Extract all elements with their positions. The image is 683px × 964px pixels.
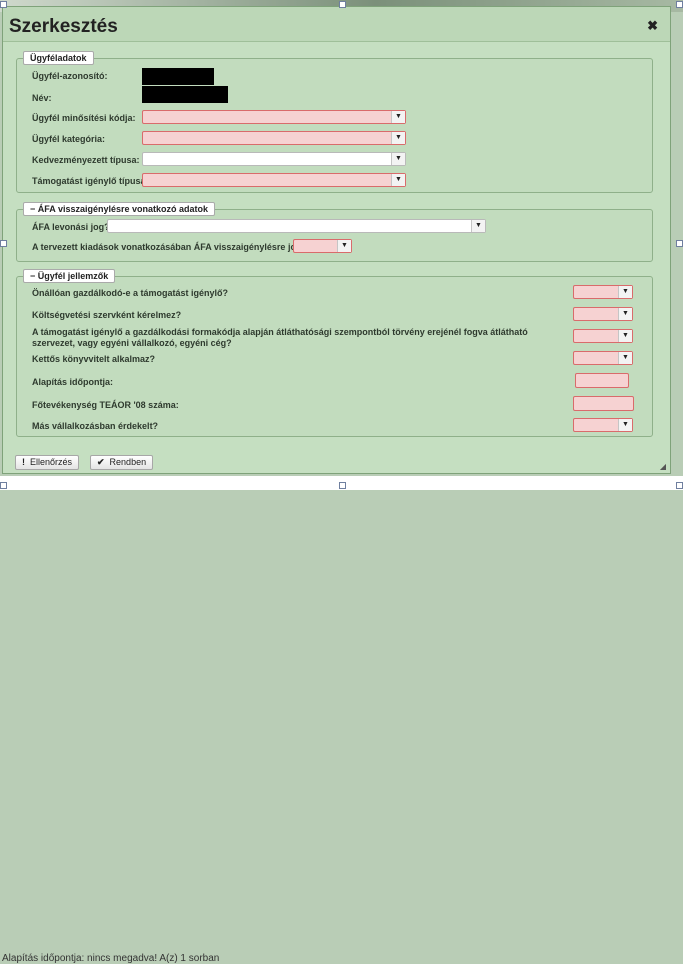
close-icon[interactable]: ✖: [647, 18, 658, 34]
rendben-button[interactable]: ✔ Rendben: [90, 455, 154, 470]
section-legend-jellemzok[interactable]: − Ügyfél jellemzők: [23, 269, 116, 283]
ellenorzes-button[interactable]: ! Ellenőrzés: [15, 455, 80, 470]
chevron-down-icon[interactable]: ▼: [391, 174, 405, 186]
select-mas-vallalkozas[interactable]: ▼: [573, 418, 633, 432]
collapse-icon[interactable]: −: [30, 204, 35, 214]
section-legend-afa-text: ÁFA visszaigénylésre vonatkozó adatok: [37, 204, 209, 214]
redacted-ugyfel-azonosito: [142, 68, 214, 85]
rendben-button-label: Rendben: [109, 457, 147, 467]
dialog-title: Szerkesztés: [9, 16, 118, 37]
select-kedvezmenyezett-tipusa[interactable]: ▼: [142, 152, 406, 166]
label-koltsegvetesi-szerv: Költségvetési szervként kérelmez?: [32, 310, 182, 320]
dialog-titlebar[interactable]: Szerkesztés ✖: [3, 7, 670, 42]
select-afa-visszaigenyles-jogosult[interactable]: ▼: [293, 239, 352, 253]
collapse-icon[interactable]: −: [30, 271, 35, 281]
chevron-down-icon[interactable]: ▼: [618, 419, 632, 431]
resize-handle-icon[interactable]: ◢: [660, 462, 666, 471]
warning-icon: !: [22, 457, 25, 467]
redacted-nev: [142, 86, 228, 103]
chevron-down-icon[interactable]: ▼: [337, 240, 351, 252]
ellenorzes-button-label: Ellenőrzés: [30, 457, 73, 467]
chevron-down-icon[interactable]: ▼: [391, 153, 405, 165]
select-koltsegvetesi-szerv[interactable]: ▼: [573, 307, 633, 321]
chevron-down-icon[interactable]: ▼: [391, 132, 405, 144]
chevron-down-icon[interactable]: ▼: [618, 286, 632, 298]
select-tamogatast-igenylo-tipusa[interactable]: ▼: [142, 173, 406, 187]
background-status-text: Alapítás időpontja: nincs megadva! A(z) …: [2, 953, 220, 964]
label-nev: Név:: [32, 93, 52, 103]
select-kettos-konyvvitel[interactable]: ▼: [573, 351, 633, 365]
select-atlathato-szervezet[interactable]: ▼: [573, 329, 633, 343]
label-kedvezmenyezett-tipusa: Kedvezményezett típusa:: [32, 155, 140, 165]
section-legend-jellemzok-text: Ügyfél jellemzők: [37, 271, 109, 281]
selection-handle[interactable]: [0, 1, 7, 8]
label-ugyfel-kategoria: Ügyfél kategória:: [32, 134, 106, 144]
section-legend-ugyfeladatok: Ügyféladatok: [23, 51, 94, 65]
label-minositesi-kod: Ügyfél minősítési kódja:: [32, 113, 136, 123]
input-teaor-szama[interactable]: [573, 396, 634, 411]
select-afa-levonasi-jog[interactable]: ▼: [107, 219, 486, 233]
selection-handle[interactable]: [676, 240, 683, 247]
label-afa-levonasi-jog: ÁFA levonási jog?: [32, 222, 110, 232]
checkmark-icon: ✔: [97, 457, 105, 467]
label-mas-vallalkozas: Más vállalkozásban érdekelt?: [32, 421, 159, 431]
selection-handle[interactable]: [0, 240, 7, 247]
select-onalloan-gazdalkodo[interactable]: ▼: [573, 285, 633, 299]
chevron-down-icon[interactable]: ▼: [471, 220, 485, 232]
selection-handle[interactable]: [676, 1, 683, 8]
chevron-down-icon[interactable]: ▼: [391, 111, 405, 123]
chevron-down-icon[interactable]: ▼: [618, 308, 632, 320]
selection-handle[interactable]: [339, 1, 346, 8]
label-tamogatast-igenylo-tipusa: Támogatást igénylő típusa:: [32, 176, 149, 186]
select-minositesi-kod[interactable]: ▼: [142, 110, 406, 124]
edit-dialog: Szerkesztés ✖ Ügyféladatok Ügyfél-azonos…: [2, 6, 671, 474]
selection-handle[interactable]: [676, 482, 683, 489]
selection-handle[interactable]: [339, 482, 346, 489]
label-afa-visszaigenyles-jogosult: A tervezett kiadások vonatkozásában ÁFA …: [32, 242, 329, 252]
selection-handle[interactable]: [0, 482, 7, 489]
label-alapitas-idopontja: Alapítás időpontja:: [32, 377, 113, 387]
chevron-down-icon[interactable]: ▼: [618, 330, 632, 342]
input-alapitas-idopontja[interactable]: [575, 373, 629, 388]
label-onalloan-gazdalkodo: Önállóan gazdálkodó-e a támogatást igény…: [32, 288, 229, 298]
label-atlathato-szervezet: A támogatást igénylő a gazdálkodási form…: [32, 327, 528, 348]
label-teaor-szama: Főtevékenység TEÁOR '08 száma:: [32, 400, 179, 410]
select-ugyfel-kategoria[interactable]: ▼: [142, 131, 406, 145]
section-legend-afa[interactable]: − ÁFA visszaigénylésre vonatkozó adatok: [23, 202, 216, 216]
chevron-down-icon[interactable]: ▼: [618, 352, 632, 364]
label-kettos-konyvvitel: Kettős könyvvitelt alkalmaz?: [32, 354, 156, 364]
label-ugyfel-azonosito: Ügyfél-azonosító:: [32, 71, 108, 81]
